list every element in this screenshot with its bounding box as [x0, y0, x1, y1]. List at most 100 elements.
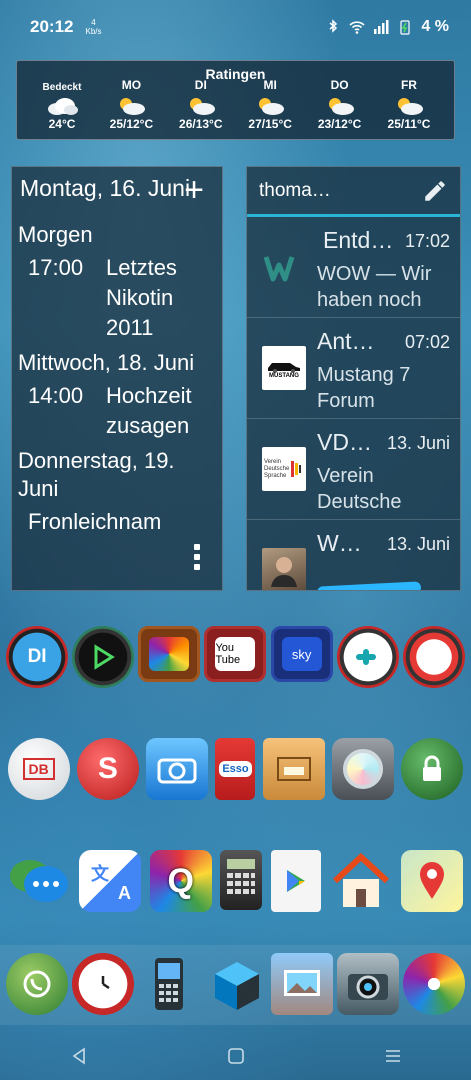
agenda-day-label: Morgen	[18, 222, 93, 247]
app-icon-media-player[interactable]	[336, 626, 399, 688]
email-item[interactable]: Entd… 17:02 WOW — Wir haben noch	[247, 217, 460, 318]
wifi-icon	[349, 21, 365, 34]
email-item[interactable]: W… 13. Juni	[247, 520, 460, 590]
weather-day: FR 25/11°C	[387, 78, 431, 131]
app-icon-whatsapp[interactable]	[6, 953, 69, 1015]
bluetooth-icon	[329, 19, 338, 33]
email-sender: W…	[317, 530, 362, 556]
weather-widget[interactable]: Ratingen Bedeckt 24°C MO 25/12°C DI 26/1…	[16, 60, 455, 140]
app-icon-messages[interactable]	[8, 850, 70, 912]
contact-photo	[262, 548, 306, 590]
app-icon-camera[interactable]	[336, 953, 399, 1015]
partly-cloudy-icon	[259, 98, 285, 115]
app-row: 文A Q	[0, 850, 471, 912]
app-icon-alarm-clock[interactable]	[72, 953, 135, 1015]
agenda-event[interactable]: 14:00 Hochzeit zusagen	[12, 381, 222, 441]
add-event-button[interactable]: +	[184, 171, 204, 210]
person-icon	[271, 557, 297, 587]
agenda-event[interactable]: 17:00 Letztes Nikotin 2011	[12, 253, 222, 343]
phone-bubble-icon	[23, 970, 51, 998]
app-icon-camera-scanner[interactable]	[146, 738, 209, 800]
app-icon-home[interactable]	[330, 850, 392, 912]
camera-icon	[347, 974, 388, 1000]
email-widget[interactable]: thoma… Entd… 17:02 WOW — Wir haben noch …	[246, 166, 461, 591]
event-time: 14:00	[28, 383, 84, 408]
vds-avatar: Verein Deutsche Sprache	[262, 447, 306, 491]
app-icon-esso[interactable]: Esso	[215, 738, 256, 800]
event-time: 17:00	[28, 255, 84, 280]
drawer-icon	[276, 757, 311, 781]
email-subject: Mustang 7 Forum	[317, 364, 411, 412]
email-subject: Verein Deutsche	[317, 465, 402, 513]
app-icon-sky[interactable]: sky	[270, 626, 333, 682]
email-subject: WOW — Wir haben noch	[317, 263, 432, 311]
compose-icon[interactable]	[422, 178, 448, 204]
partly-cloudy-icon	[397, 98, 423, 115]
app-icon-disc-player[interactable]	[332, 738, 395, 800]
dock	[0, 953, 471, 1015]
clock: 20:12	[30, 17, 74, 36]
app-icon-youtube[interactable]: You Tube	[204, 626, 267, 682]
clock-icon	[101, 976, 110, 990]
app-icon-phone[interactable]	[138, 953, 200, 1015]
battery-level: 4 %	[421, 18, 449, 35]
house-icon	[332, 853, 389, 907]
recents-icon[interactable]	[384, 1047, 402, 1065]
weather-day: DO 23/12°C	[317, 78, 362, 131]
partly-cloudy-icon	[328, 98, 354, 115]
overcast-icon	[48, 98, 78, 115]
app-icon-security-lock[interactable]	[401, 738, 464, 800]
app-icon-maps[interactable]	[400, 850, 463, 912]
app-icon-calculator[interactable]	[220, 850, 263, 910]
map-pin-icon	[419, 862, 444, 899]
email-header: thoma…	[247, 167, 460, 217]
mobile-phone-icon	[155, 958, 184, 1010]
agenda-day-label: Mittwoch, 18. Juni	[18, 350, 195, 375]
calendar-agenda-widget[interactable]: Montag, 16. Juni + Morgen 17:00 Letztes …	[11, 166, 223, 591]
agenda-event[interactable]: Fronleichnam	[12, 507, 222, 537]
status-bar: 20:12 4 Kb/s 4 %	[0, 0, 471, 54]
mustang-avatar: MUSTANG	[262, 346, 306, 390]
play-icon	[429, 651, 440, 663]
partly-cloudy-icon	[189, 98, 215, 115]
calculator-icon	[227, 859, 256, 894]
app-icon-discovery[interactable]	[138, 626, 201, 682]
app-icon-sparkasse[interactable]: S	[76, 738, 139, 800]
email-item[interactable]: Verein Deutsche Sprache VD… 13. Juni Ver…	[247, 419, 460, 520]
app-icon-file-manager[interactable]	[262, 738, 325, 800]
app-icon-play-store[interactable]	[271, 850, 322, 912]
app-icon-photo-gallery[interactable]	[402, 953, 465, 1015]
app-icon-video-player[interactable]	[402, 626, 465, 688]
back-icon[interactable]	[70, 1047, 88, 1065]
signal-icon	[374, 20, 389, 34]
partly-cloudy-icon	[120, 98, 146, 115]
plus-play-icon	[355, 649, 376, 665]
app-icon-music-player[interactable]	[72, 626, 135, 688]
email-item[interactable]: MUSTANG Ant… 07:02 Mustang 7 Forum	[247, 318, 460, 419]
app-icon-gallery[interactable]	[270, 953, 333, 1015]
app-icon-db-navigator[interactable]: DB	[7, 738, 70, 800]
email-time: 07:02	[404, 332, 450, 352]
app-icon-cube[interactable]	[204, 953, 266, 1015]
more-options-icon[interactable]	[194, 544, 200, 570]
app-icon-di-radio[interactable]: DI	[6, 626, 69, 688]
play-store-icon	[287, 870, 306, 892]
email-time: 13. Juni	[386, 433, 450, 453]
app-icon-translate[interactable]: 文A	[79, 850, 142, 912]
email-sender: Ant…	[317, 328, 375, 354]
weather-day: Bedeckt 24°C	[42, 82, 82, 131]
vds-logo-icon	[291, 461, 301, 477]
event-title: Hochzeit zusagen	[106, 383, 192, 438]
weather-day: MO 25/12°C	[109, 78, 154, 131]
car-icon	[268, 363, 300, 373]
lock-icon	[423, 755, 442, 781]
navigation-bar	[0, 1032, 471, 1080]
weather-day: DI 26/13°C	[179, 78, 223, 131]
home-icon[interactable]	[227, 1047, 245, 1065]
camera-icon	[157, 758, 197, 784]
wow-logo-icon	[263, 256, 295, 282]
email-time: 13. Juni	[386, 534, 450, 554]
app-icon-quiz[interactable]: Q	[149, 850, 212, 912]
redaction-mark	[316, 581, 422, 590]
weather-forecast: Bedeckt 24°C MO 25/12°C DI 26/13°C MI 27…	[17, 78, 454, 131]
